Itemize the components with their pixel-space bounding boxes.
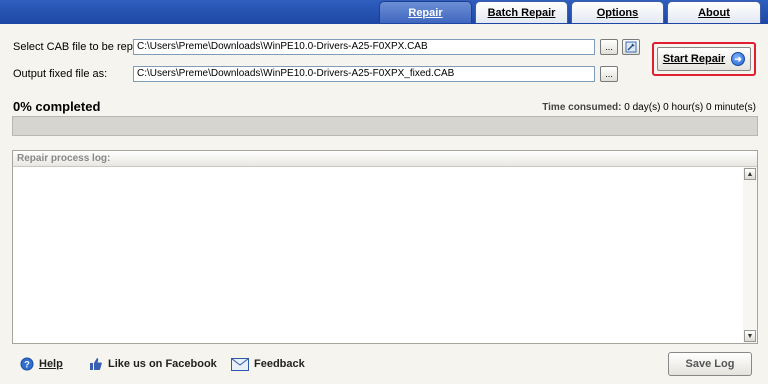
facebook-link[interactable]: Like us on Facebook (89, 357, 217, 371)
tab-options[interactable]: Options (571, 1, 664, 23)
tab-batch-repair-label: Batch Repair (487, 6, 556, 19)
repair-log: Repair process log: ▲ ▼ (12, 150, 758, 344)
tab-bar: Repair Batch Repair Options About (0, 0, 768, 24)
output-browse-button[interactable]: ... (600, 66, 618, 82)
help-icon: ? (20, 357, 34, 371)
facebook-label: Like us on Facebook (108, 358, 217, 370)
progress-bar (12, 116, 758, 136)
tab-repair-label: Repair (408, 6, 443, 19)
time-consumed: Time consumed: 0 day(s) 0 hour(s) 0 minu… (542, 102, 756, 113)
cab-file-input[interactable]: C:\Users\Preme\Downloads\WinPE10.0-Drive… (133, 39, 595, 55)
progress-percent-text: 0% completed (13, 99, 101, 114)
output-file-input[interactable]: C:\Users\Preme\Downloads\WinPE10.0-Drive… (133, 66, 595, 82)
repair-log-header: Repair process log: (13, 151, 757, 167)
save-log-label: Save Log (685, 358, 735, 370)
help-label: Help (39, 358, 63, 370)
start-repair-label: Start Repair (662, 53, 726, 65)
tab-about[interactable]: About (667, 1, 761, 23)
scroll-up-icon[interactable]: ▲ (744, 168, 756, 180)
tab-options-label: Options (596, 6, 639, 19)
cab-browse-button[interactable]: ... (600, 39, 618, 55)
time-consumed-value: 0 day(s) 0 hour(s) 0 minute(s) (624, 102, 756, 113)
output-file-label: Output fixed file as: (13, 68, 108, 80)
tab-batch-repair[interactable]: Batch Repair (475, 1, 568, 23)
help-link[interactable]: ? Help (20, 357, 63, 371)
tools-icon (625, 41, 637, 53)
feedback-label: Feedback (254, 358, 305, 370)
thumbs-up-icon (89, 357, 103, 371)
tab-about-label: About (698, 6, 730, 19)
time-consumed-label: Time consumed: (542, 102, 622, 113)
envelope-icon (231, 357, 249, 371)
log-scrollbar[interactable]: ▲ ▼ (743, 167, 757, 343)
arrow-right-icon: ➜ (731, 52, 746, 66)
tab-repair[interactable]: Repair (379, 1, 472, 23)
tool-icon-button[interactable] (622, 39, 640, 55)
save-log-button[interactable]: Save Log (668, 352, 752, 376)
start-repair-highlight: Start Repair ➜ (652, 42, 756, 76)
svg-text:?: ? (24, 360, 30, 370)
scroll-down-icon[interactable]: ▼ (744, 330, 756, 342)
start-repair-button[interactable]: Start Repair ➜ (657, 47, 751, 71)
feedback-link[interactable]: Feedback (231, 357, 305, 371)
